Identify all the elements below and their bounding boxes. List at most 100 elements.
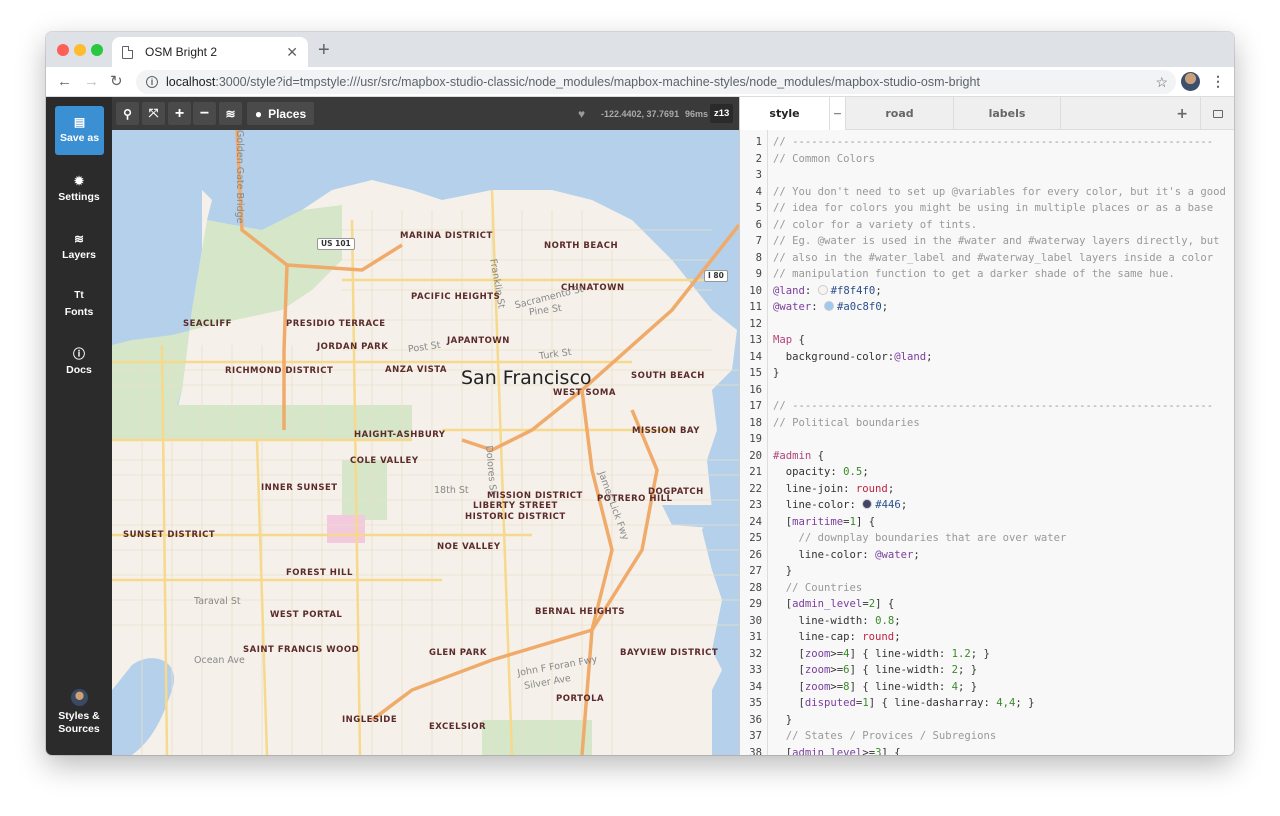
line-number: 1: [755, 136, 762, 148]
screen-toggle-button[interactable]: [1201, 97, 1234, 130]
code-line[interactable]: 6 // color for a variety of tints.: [740, 217, 1234, 234]
line-number: 18: [749, 416, 762, 429]
back-button[interactable]: ←: [57, 72, 72, 92]
code-line[interactable]: 25 // downplay boundaries that are over …: [740, 530, 1234, 547]
save-as-button[interactable]: ▤ Save as: [55, 106, 104, 155]
code-line[interactable]: 37 // States / Provices / Subregions: [740, 728, 1234, 745]
district-label: LIBERTY STREET: [473, 501, 558, 511]
code-line[interactable]: 35 [disputed=1] { line-dasharray: 4,4; }: [740, 695, 1234, 712]
code-line[interactable]: 9 // manipulation function to get a darke…: [740, 266, 1234, 283]
zoom-out-button[interactable]: −: [193, 102, 216, 125]
code-line[interactable]: 18 // Political boundaries: [740, 415, 1234, 432]
render-time: 96ms: [685, 108, 709, 119]
code-line[interactable]: 26 line-color: @water;: [740, 547, 1234, 564]
layer-inspect-button[interactable]: ≋: [219, 102, 242, 125]
code-line[interactable]: 27 }: [740, 563, 1234, 580]
line-text: // You don't need to set up @variables f…: [773, 185, 1226, 198]
sidebar-item-settings[interactable]: ✹ Settings: [46, 174, 112, 203]
map-canvas[interactable]: Golden Gate Bridge US 101 I 80 MARINA DI…: [112, 130, 739, 755]
code-line[interactable]: 10 @land: #f8f4f0;: [740, 283, 1234, 300]
code-line[interactable]: 3: [740, 167, 1234, 184]
code-line[interactable]: 13 Map {: [740, 332, 1234, 349]
zoom-in-button[interactable]: +: [168, 102, 191, 125]
code-line[interactable]: 7 // Eg. @water is used in the #water and…: [740, 233, 1234, 250]
places-button[interactable]: ● Places: [247, 102, 314, 125]
district-label: HAIGHT-ASHBURY: [354, 430, 446, 440]
code-area[interactable]: 1 // ------------------------------------…: [740, 130, 1234, 755]
code-line[interactable]: 21 opacity: 0.5;: [740, 464, 1234, 481]
url-path: :3000/style?id=tmpstyle:///usr/src/mapbo…: [215, 75, 980, 89]
code-line[interactable]: 32 [zoom>=4] { line-width: 1.2; }: [740, 646, 1234, 663]
sidebar-item-layers[interactable]: ≋ Layers: [46, 232, 112, 261]
line-text: // States / Provices / Subregions: [785, 730, 997, 742]
bookmark-star-icon[interactable]: ☆: [1155, 74, 1168, 91]
code-line[interactable]: 11 @water: #a0c8f0;: [740, 299, 1234, 316]
profile-avatar[interactable]: [1181, 72, 1200, 91]
tab-title: OSM Bright 2: [145, 45, 218, 59]
tab-labels[interactable]: labels: [954, 97, 1061, 130]
street-label: Taraval St: [194, 596, 241, 607]
forward-button[interactable]: →: [84, 72, 99, 92]
code-line[interactable]: 4 // You don't need to set up @variables …: [740, 184, 1234, 201]
code-line[interactable]: 33 [zoom>=6] { line-width: 2; }: [740, 662, 1234, 679]
line-text: // Common Colors: [773, 152, 876, 165]
code-line[interactable]: 16: [740, 382, 1234, 399]
line-text: opacity: 0.5;: [773, 466, 869, 478]
site-info-icon[interactable]: i: [146, 76, 158, 88]
add-tab-button[interactable]: +: [1061, 97, 1201, 130]
code-line[interactable]: 34 [zoom>=8] { line-width: 4; }: [740, 679, 1234, 696]
sidebar-item-docs[interactable]: ⓘ Docs: [46, 347, 112, 376]
new-tab-button[interactable]: +: [318, 40, 330, 60]
code-line[interactable]: 14 background-color:@land;: [740, 349, 1234, 366]
code-line[interactable]: 22 line-join: round;: [740, 481, 1234, 498]
code-line[interactable]: 8 // also in the #water_label and #waterw…: [740, 250, 1234, 267]
line-number: 10: [749, 284, 762, 297]
minimize-window-button[interactable]: [74, 44, 86, 56]
code-line[interactable]: 23 line-color: #446;: [740, 497, 1234, 514]
sidebar-item-styles-sources[interactable]: Styles & Sources: [46, 689, 112, 736]
code-line[interactable]: 30 line-width: 0.8;: [740, 613, 1234, 630]
line-number: 27: [749, 565, 762, 577]
collapse-tab-button[interactable]: −: [830, 97, 846, 130]
code-line[interactable]: 38 [admin_level>=3] {: [740, 745, 1234, 756]
code-line[interactable]: 31 line-cap: round;: [740, 629, 1234, 646]
code-editor-panel: style − road labels + 1 // --------------…: [739, 97, 1234, 755]
favorite-heart-icon[interactable]: ♥: [578, 97, 585, 130]
close-window-button[interactable]: [57, 44, 69, 56]
code-line[interactable]: 1 // ------------------------------------…: [740, 134, 1234, 151]
browser-menu-icon[interactable]: ⋮: [1211, 71, 1225, 91]
tab-strip: OSM Bright 2 ✕ +: [46, 32, 1234, 67]
fonts-icon: Tt: [74, 290, 84, 301]
tab-style[interactable]: style: [740, 97, 830, 130]
maximize-window-button[interactable]: [91, 44, 103, 56]
code-line[interactable]: 36 }: [740, 712, 1234, 729]
close-tab-icon[interactable]: ✕: [286, 44, 298, 61]
line-text: // downplay boundaries that are over wat…: [798, 532, 1067, 544]
line-number: 13: [749, 334, 762, 346]
sidebar: ▤ Save as ✹ Settings ≋ Layers Tt Fonts ⓘ…: [46, 97, 112, 755]
tab-road[interactable]: road: [846, 97, 954, 130]
code-line[interactable]: 20 #admin {: [740, 448, 1234, 465]
code-line[interactable]: 29 [admin_level=2] {: [740, 596, 1234, 613]
code-line[interactable]: 19: [740, 431, 1234, 448]
address-bar[interactable]: i localhost :3000/style?id=tmpstyle:///u…: [136, 70, 1176, 94]
reload-button[interactable]: ↻: [110, 72, 123, 92]
browser-tab[interactable]: OSM Bright 2 ✕: [112, 37, 308, 67]
code-line[interactable]: 2 // Common Colors: [740, 151, 1234, 168]
district-label: SAINT FRANCIS WOOD: [243, 645, 360, 655]
fullscreen-button[interactable]: ⤧: [142, 102, 165, 125]
city-label: San Francisco: [461, 367, 592, 389]
sources-label: Sources: [58, 723, 100, 735]
code-line[interactable]: 15}: [740, 365, 1234, 382]
sidebar-item-fonts[interactable]: Tt Fonts: [46, 289, 112, 318]
code-line[interactable]: 24 [maritime=1] {: [740, 514, 1234, 531]
code-line[interactable]: 17 // -----------------------------------…: [740, 398, 1234, 415]
code-line[interactable]: 28 // Countries: [740, 580, 1234, 597]
line-text: // -------------------------------------…: [773, 136, 1214, 148]
search-button[interactable]: ⚲: [116, 102, 139, 125]
code-line[interactable]: 5 // idea for colors you might be using i…: [740, 200, 1234, 217]
line-number: 2: [755, 152, 762, 165]
coordinates-readout: -122.4402, 37.7691: [601, 108, 680, 119]
code-line[interactable]: 12: [740, 316, 1234, 333]
line-number: 31: [749, 631, 762, 643]
